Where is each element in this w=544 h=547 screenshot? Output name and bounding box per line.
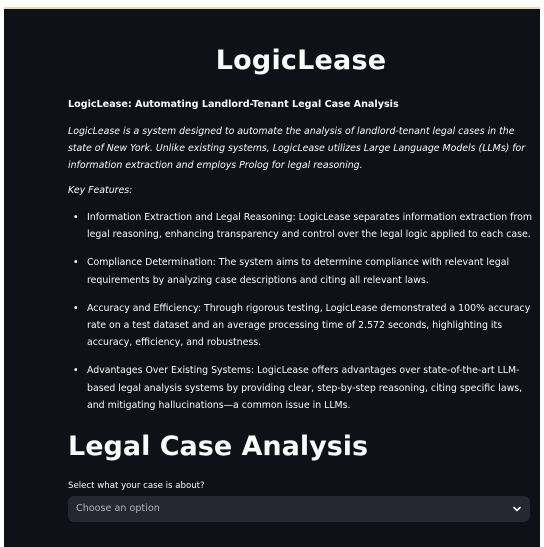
- feature-item: • Accuracy and Efficiency: Through rigor…: [68, 300, 534, 352]
- bullet-icon: •: [73, 302, 79, 314]
- feature-text: Accuracy and Efficiency: Through rigorou…: [87, 302, 531, 349]
- page-title: LogicLease: [215, 45, 387, 76]
- features-list: • Information Extraction and Legal Reaso…: [68, 209, 534, 425]
- feature-item: • Information Extraction and Legal Reaso…: [68, 209, 534, 243]
- bullet-icon: •: [73, 257, 79, 269]
- feature-text: Compliance Determination: The system aim…: [87, 257, 510, 286]
- feature-text: Advantages Over Existing Systems: LogicL…: [87, 365, 523, 411]
- feature-text: Information Extraction and Legal Reasoni…: [87, 212, 532, 241]
- section-heading: Legal Case Analysis: [68, 431, 369, 462]
- app-frame: LogicLease LogicLease: Automating Landlo…: [4, 7, 540, 547]
- case-type-label: Select what your case is about?: [68, 481, 205, 491]
- case-type-select[interactable]: Choose an option: [68, 496, 530, 522]
- feature-item: • Compliance Determination: The system a…: [68, 254, 534, 288]
- top-decoration: [4, 7, 540, 9]
- chevron-down-icon: [513, 506, 521, 512]
- intro-paragraph: LogicLease is a system designed to autom…: [68, 126, 526, 172]
- bullet-icon: •: [73, 212, 79, 223]
- feature-item: • Advantages Over Existing Systems: Logi…: [68, 362, 534, 414]
- bullet-icon: •: [73, 365, 79, 377]
- page-subtitle: LogicLease: Automating Landlord-Tenant L…: [68, 99, 399, 110]
- key-features-label: Key Features:: [68, 185, 133, 196]
- case-type-select-value: Choose an option: [76, 503, 160, 514]
